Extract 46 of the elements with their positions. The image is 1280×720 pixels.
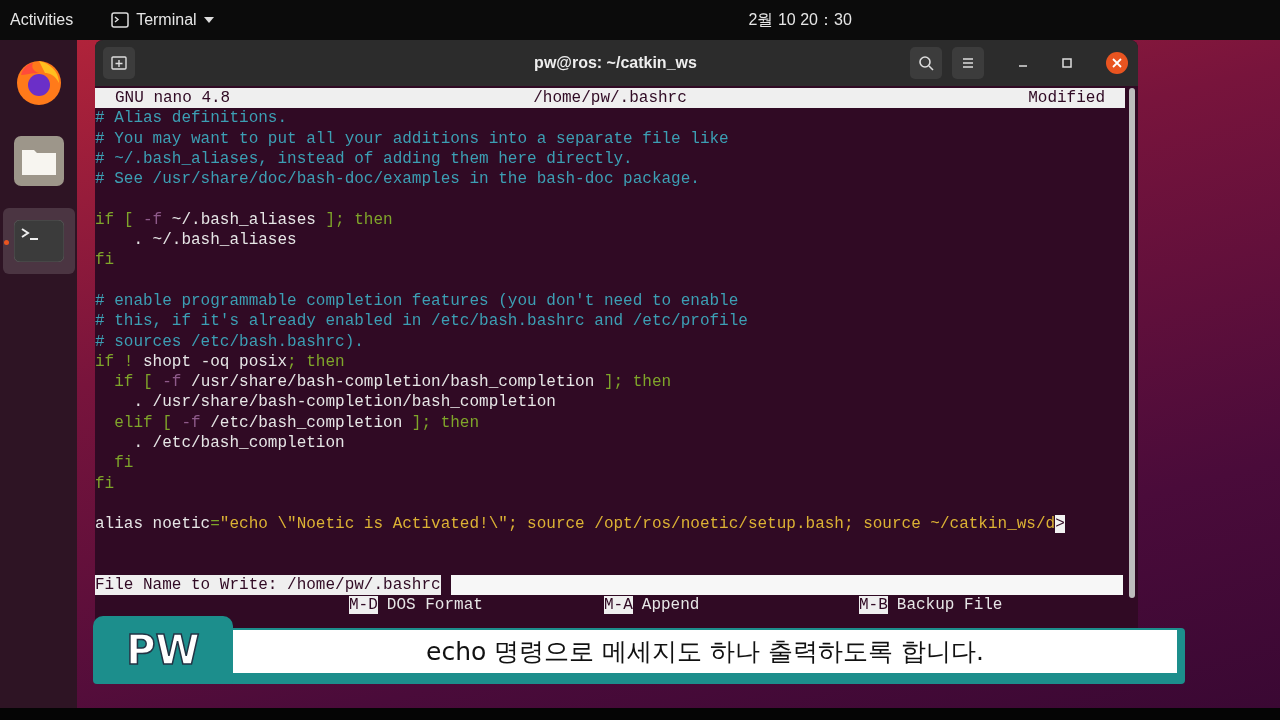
- search-button[interactable]: [910, 47, 942, 79]
- folder-icon[interactable]: [13, 136, 64, 186]
- modified-status: Modified: [1027, 88, 1105, 109]
- code-line: if [ -f /usr/share/bash-completion/bash_completion ]; then: [113, 372, 673, 393]
- code-line: alias noetic="echo \"Noetic is Activated!\"; source /opt/ros/noetic/setup.bash; source ~/catkin_ws/d>: [95, 514, 1066, 535]
- caption-text: echo 명령으로 메세지도 하나 출력하도록 합니다.: [233, 630, 1177, 673]
- activities-button[interactable]: Activities: [0, 11, 84, 29]
- new-tab-button[interactable]: [103, 47, 135, 79]
- search-icon[interactable]: [918, 55, 934, 71]
- shortcut-label: Backup File: [896, 596, 1003, 615]
- code-line: if ! shopt -oq posix; then: [95, 351, 346, 373]
- shortcut-label: Append: [641, 596, 700, 615]
- code-line: . ~/.bash_aliases: [132, 230, 298, 251]
- code-line: # See /usr/share/doc/bash-doc/examples in the bash-doc package.: [95, 169, 701, 190]
- code-line: # You may want to put all your additions into a separate file like: [95, 128, 730, 149]
- code-line: elif [ -f /etc/bash_completion ]; then: [113, 412, 481, 434]
- code-line: fi: [95, 473, 116, 494]
- new-tab-icon[interactable]: [111, 55, 127, 71]
- shortcut-label: DOS Format: [386, 596, 483, 615]
- file-path: /home/pw/.bashrc: [533, 88, 687, 109]
- shortcut-key: M-B: [859, 596, 888, 615]
- input-field[interactable]: [450, 575, 1123, 596]
- code-line: if [ -f ~/.bash_aliases ]; then: [95, 209, 394, 231]
- code-line: # enable programmable completion features (you don't need to enable: [95, 290, 740, 312]
- scrollbar-thumb[interactable]: [1128, 88, 1135, 598]
- code-line: fi: [95, 250, 116, 271]
- caret-icon[interactable]: [203, 17, 214, 23]
- code-line: # ~/.bash_aliases, instead of adding them here directly.: [95, 148, 634, 170]
- app-menu-button[interactable]: Terminal: [136, 11, 197, 29]
- maximize-icon[interactable]: [1062, 58, 1072, 68]
- close-icon[interactable]: [1106, 52, 1128, 74]
- prompt-label: File Name to Write: /home/pw/.bashrc: [95, 575, 441, 596]
- editor-version: GNU nano 4.8: [115, 88, 232, 109]
- running-indicator: [3, 240, 9, 245]
- menu-button[interactable]: [952, 47, 984, 79]
- code-line: . /etc/bash_completion: [132, 433, 346, 454]
- window-title: pw@ros: ~/catkin_ws: [534, 54, 697, 72]
- code-line: # Alias definitions.: [95, 108, 289, 129]
- clock[interactable]: 2월 10 20：30: [748, 9, 852, 31]
- code-line: # this, if it's already enabled in /etc/bash.bashrc and /etc/profile: [95, 311, 749, 332]
- code-line: . /usr/share/bash-completion/bash_completion: [132, 392, 557, 413]
- shortcut-key: M-A: [604, 596, 633, 615]
- code-line: fi: [113, 453, 135, 474]
- menu-icon[interactable]: [960, 55, 976, 71]
- shortcut-key: M-D: [349, 596, 378, 615]
- code-line: # sources /etc/bash.bashrc).: [95, 331, 365, 352]
